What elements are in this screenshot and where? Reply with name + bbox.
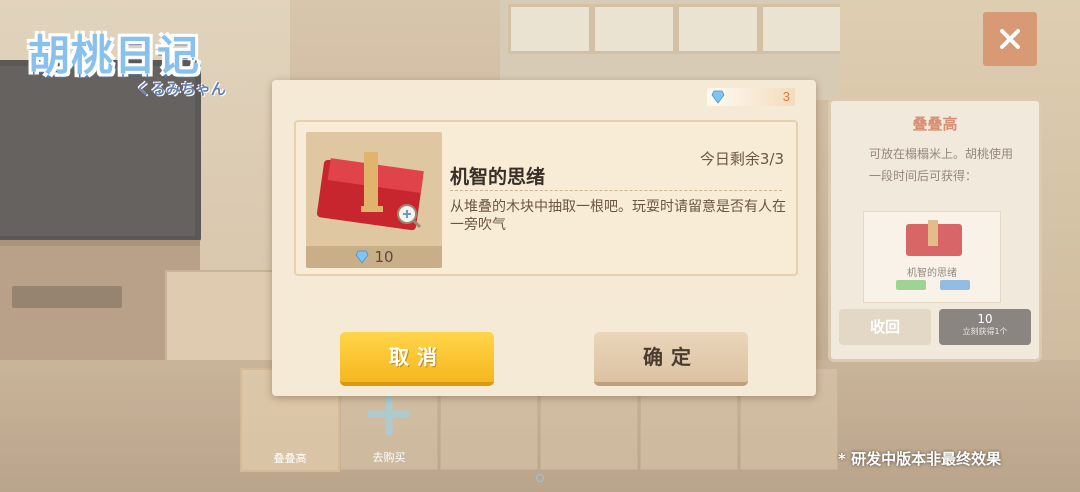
red-envelope-icon xyxy=(316,152,424,231)
item-title: 机智的思绪 xyxy=(450,166,546,188)
gem-count: 3 xyxy=(782,89,790,104)
item-description: 从堆叠的木块中抽取一根吧。玩耍时请留意是否有人在一旁吹气 xyxy=(450,199,786,233)
divider xyxy=(450,190,782,191)
development-disclaimer: * 研发中版本非最终效果 xyxy=(838,450,1002,468)
item-price-value: 10 xyxy=(374,248,394,266)
item-image[interactable]: 10 xyxy=(306,132,442,268)
daily-remaining: 今日剩余3/3 xyxy=(699,150,784,168)
diamond-icon xyxy=(355,250,369,264)
item-price: 10 xyxy=(306,246,442,268)
cancel-button[interactable]: 取消 xyxy=(340,332,494,386)
gem-counter: 3 xyxy=(707,88,795,106)
confirm-button[interactable]: 确定 xyxy=(594,332,748,386)
diamond-icon xyxy=(711,90,725,104)
item-detail-box: 10 机智的思绪 今日剩余3/3 从堆叠的木块中抽取一根吧。玩耍时请留意是否有人… xyxy=(294,120,798,276)
